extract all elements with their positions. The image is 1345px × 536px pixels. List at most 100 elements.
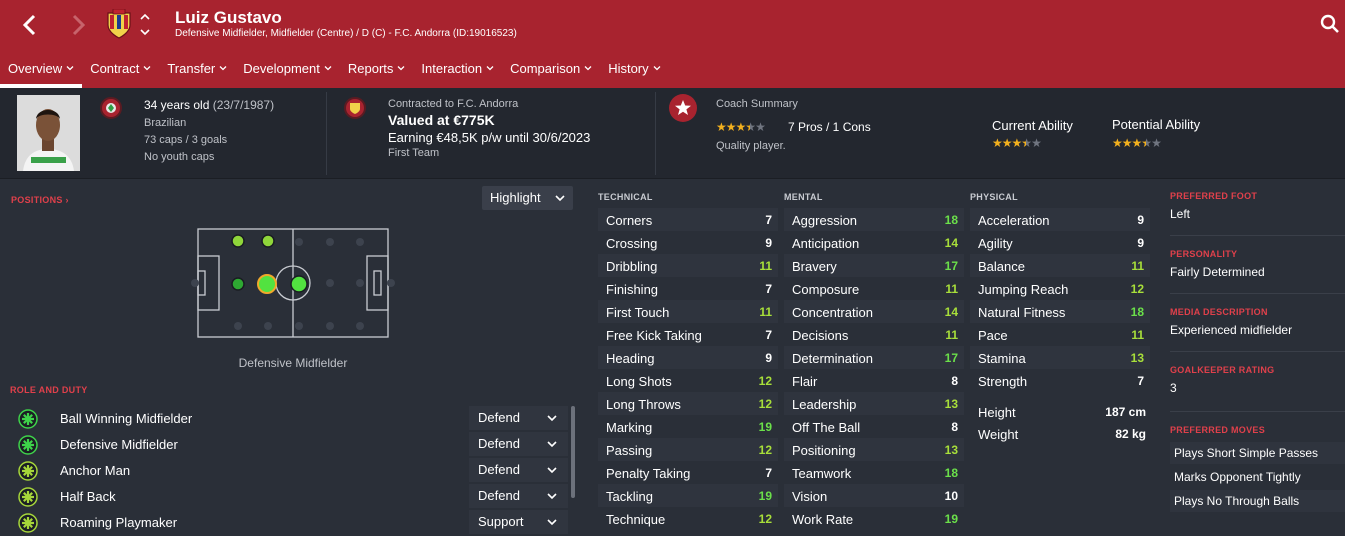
player-value: Valued at €775K [388, 112, 495, 128]
tab-development[interactable]: Development [235, 56, 340, 88]
tab-contract[interactable]: Contract [82, 56, 159, 88]
attribute-value: 7 [765, 282, 772, 296]
attribute-row-long-shots[interactable]: Long Shots 12 [598, 369, 778, 392]
tab-reports[interactable]: Reports [340, 56, 414, 88]
chevron-down-icon [66, 57, 74, 83]
attribute-row-aggression[interactable]: Aggression 18 [784, 208, 964, 231]
duty-select[interactable]: Defend [469, 406, 568, 430]
nationality: Brazilian [144, 117, 187, 129]
attribute-value: 11 [1131, 259, 1144, 273]
attribute-value: 9 [765, 351, 772, 365]
attribute-value: 11 [945, 328, 958, 342]
chevron-down-icon[interactable] [139, 26, 151, 38]
attribute-value: 11 [945, 282, 958, 296]
attribute-row-penalty-taking[interactable]: Penalty Taking 7 [598, 461, 778, 484]
attribute-row-stamina[interactable]: Stamina 13 [970, 346, 1150, 369]
forward-button[interactable] [64, 8, 92, 42]
position-marker-selected[interactable] [257, 274, 277, 294]
attribute-row-heading[interactable]: Heading 9 [598, 346, 778, 369]
player-header: Luiz Gustavo Defensive Midfielder, Midfi… [0, 0, 1345, 88]
attribute-row-acceleration[interactable]: Acceleration 9 [970, 208, 1150, 231]
role-suitability-icon [18, 487, 38, 507]
attribute-row-agility[interactable]: Agility 9 [970, 231, 1150, 254]
attribute-row-natural-fitness[interactable]: Natural Fitness 18 [970, 300, 1150, 323]
attribute-row-first-touch[interactable]: First Touch 11 [598, 300, 778, 323]
attribute-row-balance[interactable]: Balance 11 [970, 254, 1150, 277]
tab-comparison[interactable]: Comparison [502, 56, 600, 88]
attribute-name: Positioning [792, 443, 856, 458]
attribute-name: First Touch [606, 305, 670, 320]
tab-interaction[interactable]: Interaction [413, 56, 502, 88]
attribute-row-marking[interactable]: Marking 19 [598, 415, 778, 438]
player-navigate-arrows[interactable] [139, 11, 151, 39]
chevron-down-icon [547, 493, 557, 500]
positions-title[interactable]: POSITIONS › [11, 195, 69, 205]
attribute-row-decisions[interactable]: Decisions 11 [784, 323, 964, 346]
chevron-down-icon [547, 519, 557, 526]
tab-history[interactable]: History [600, 56, 668, 88]
role-row[interactable]: Anchor Man Defend [16, 458, 568, 484]
chevron-down-icon [397, 57, 405, 83]
role-row[interactable]: Roaming Playmaker Support [16, 510, 568, 536]
search-icon[interactable] [1320, 14, 1340, 34]
back-button[interactable] [16, 8, 44, 42]
attribute-row-anticipation[interactable]: Anticipation 14 [784, 231, 964, 254]
pros-cons[interactable]: 7 Pros / 1 Cons [788, 120, 871, 134]
club-crest-icon[interactable] [106, 9, 132, 39]
attribute-row-off-the-ball[interactable]: Off The Ball 8 [784, 415, 964, 438]
divider [655, 92, 656, 175]
star-icon: ★ [1001, 136, 1013, 150]
attribute-row-leadership[interactable]: Leadership 13 [784, 392, 964, 415]
attribute-row-passing[interactable]: Passing 12 [598, 438, 778, 461]
attribute-row-free-kick-taking[interactable]: Free Kick Taking 7 [598, 323, 778, 346]
role-row[interactable]: Ball Winning Midfielder Defend [16, 406, 568, 432]
attribute-value: 17 [944, 351, 958, 365]
attribute-row-tackling[interactable]: Tackling 19 [598, 484, 778, 507]
role-row[interactable]: Half Back Defend [16, 484, 568, 510]
attribute-name: Aggression [792, 213, 858, 228]
duty-value: Defend [478, 488, 520, 503]
chevron-up-icon[interactable] [139, 11, 151, 23]
preferred-move: Marks Opponent Tightly [1174, 470, 1301, 484]
tab-transfer[interactable]: Transfer [159, 56, 235, 88]
scrollbar[interactable] [571, 406, 575, 498]
role-row[interactable]: Defensive Midfielder Defend [16, 432, 568, 458]
attribute-row-corners[interactable]: Corners 7 [598, 208, 778, 231]
role-name: Defensive Midfielder [60, 437, 178, 452]
goalkeeper-rating: 3 [1170, 381, 1177, 395]
attribute-row-flair[interactable]: Flair 8 [784, 369, 964, 392]
attribute-row-finishing[interactable]: Finishing 7 [598, 277, 778, 300]
duty-select[interactable]: Defend [469, 458, 568, 482]
attribute-row-crossing[interactable]: Crossing 9 [598, 231, 778, 254]
star-icon: ★ [735, 120, 747, 134]
attribute-row-vision[interactable]: Vision 10 [784, 484, 964, 507]
attribute-row-strength[interactable]: Strength 7 [970, 369, 1150, 392]
attribute-value: 7 [1137, 374, 1144, 388]
attribute-value: 14 [944, 305, 958, 319]
position-view-select[interactable]: Highlight [482, 186, 573, 210]
attribute-row-bravery[interactable]: Bravery 17 [784, 254, 964, 277]
tab-overview[interactable]: Overview [0, 56, 83, 88]
attribute-row-pace[interactable]: Pace 11 [970, 323, 1150, 346]
attribute-name: Concentration [792, 305, 873, 320]
attribute-row-jumping-reach[interactable]: Jumping Reach 12 [970, 277, 1150, 300]
attribute-row-work-rate[interactable]: Work Rate 19 [784, 507, 964, 530]
attribute-row-dribbling[interactable]: Dribbling 11 [598, 254, 778, 277]
nationality-flag-icon [100, 97, 122, 119]
attribute-row-long-throws[interactable]: Long Throws 12 [598, 392, 778, 415]
duty-select[interactable]: Support [469, 510, 568, 534]
star-icon: ★ [1131, 136, 1143, 150]
attribute-row-technique[interactable]: Technique 12 [598, 507, 778, 530]
duty-select[interactable]: Defend [469, 432, 568, 456]
goalkeeper-rating-title: GOALKEEPER RATING [1170, 365, 1275, 375]
attribute-row-teamwork[interactable]: Teamwork 18 [784, 461, 964, 484]
divider [326, 92, 327, 175]
attribute-value: 11 [1131, 328, 1144, 342]
attribute-row-positioning[interactable]: Positioning 13 [784, 438, 964, 461]
attribute-row-composure[interactable]: Composure 11 [784, 277, 964, 300]
attribute-name: Natural Fitness [978, 305, 1066, 320]
attribute-row-concentration[interactable]: Concentration 14 [784, 300, 964, 323]
attribute-row-determination[interactable]: Determination 17 [784, 346, 964, 369]
duty-select[interactable]: Defend [469, 484, 568, 508]
squad-status: First Team [388, 147, 440, 159]
